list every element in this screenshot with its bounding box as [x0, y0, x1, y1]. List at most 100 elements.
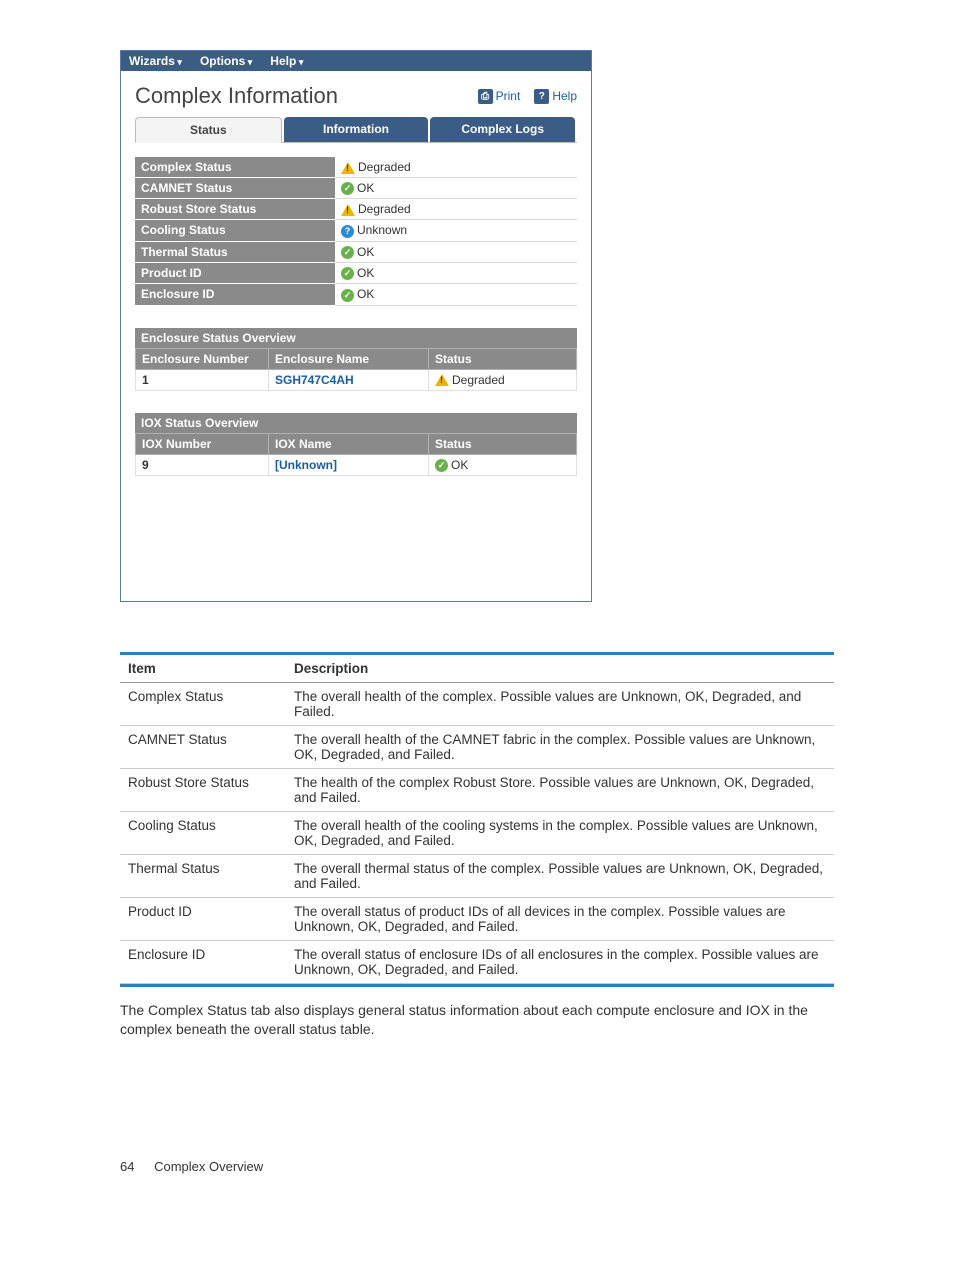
help-link[interactable]: ? Help: [534, 89, 577, 104]
status-value: Unknown: [335, 220, 577, 241]
desc-head-item: Item: [120, 655, 286, 683]
status-row: Robust Store Status Degraded: [135, 199, 577, 220]
status-value: OK: [335, 178, 577, 199]
print-link[interactable]: ⎙ Print: [478, 89, 521, 104]
enclosure-heading: Enclosure Status Overview: [135, 328, 577, 348]
desc-text: The overall health of the CAMNET fabric …: [286, 726, 834, 769]
status-label: Robust Store Status: [135, 199, 335, 220]
enclosure-table: Enclosure Number Enclosure Name Status 1…: [135, 348, 577, 391]
help-icon: ?: [534, 89, 549, 104]
enclosure-number: 1: [136, 369, 269, 390]
status-label: Enclosure ID: [135, 284, 335, 305]
warning-icon: [341, 204, 355, 216]
status-value: Degraded: [335, 199, 577, 220]
status-label: Thermal Status: [135, 241, 335, 262]
enclosure-status-text: Degraded: [452, 373, 505, 387]
status-text: OK: [357, 287, 374, 301]
enclosure-col-number: Enclosure Number: [136, 348, 269, 369]
menubar: Wizards Options Help: [121, 51, 591, 71]
status-value: OK: [335, 284, 577, 305]
desc-row: Thermal StatusThe overall thermal status…: [120, 855, 834, 898]
desc-row: Robust Store StatusThe health of the com…: [120, 769, 834, 812]
desc-text: The overall health of the complex. Possi…: [286, 683, 834, 726]
status-row: Cooling Status Unknown: [135, 220, 577, 241]
desc-text: The overall health of the cooling system…: [286, 812, 834, 855]
print-icon: ⎙: [478, 89, 493, 104]
desc-head-description: Description: [286, 655, 834, 683]
status-table: Complex StatusDegradedCAMNET StatusOKRob…: [135, 157, 577, 306]
desc-row: Complex StatusThe overall health of the …: [120, 683, 834, 726]
page-footer: 64 Complex Overview: [120, 1159, 834, 1174]
iox-status: OK: [429, 454, 577, 475]
app-window: Wizards Options Help Complex Information…: [120, 50, 592, 602]
desc-item: Robust Store Status: [120, 769, 286, 812]
desc-item: Thermal Status: [120, 855, 286, 898]
desc-item: Complex Status: [120, 683, 286, 726]
iox-col-name: IOX Name: [269, 433, 429, 454]
ok-icon: [341, 246, 354, 259]
note-paragraph: The Complex Status tab also displays gen…: [120, 1001, 834, 1039]
desc-row: Product IDThe overall status of product …: [120, 898, 834, 941]
desc-text: The overall thermal status of the comple…: [286, 855, 834, 898]
desc-row: Cooling StatusThe overall health of the …: [120, 812, 834, 855]
iox-col-status: Status: [429, 433, 577, 454]
tab-status[interactable]: Status: [135, 117, 282, 143]
desc-row: CAMNET StatusThe overall health of the C…: [120, 726, 834, 769]
iox-table: IOX Number IOX Name Status 9 [Unknown] O…: [135, 433, 577, 476]
menu-options[interactable]: Options: [200, 54, 252, 68]
status-row: Enclosure ID OK: [135, 284, 577, 305]
desc-text: The overall status of product IDs of all…: [286, 898, 834, 941]
ok-icon: [341, 267, 354, 280]
status-value: OK: [335, 241, 577, 262]
enclosure-col-name: Enclosure Name: [269, 348, 429, 369]
description-table: Item Description Complex StatusThe overa…: [120, 655, 834, 984]
desc-text: The health of the complex Robust Store. …: [286, 769, 834, 812]
enclosure-status: Degraded: [429, 369, 577, 390]
status-row: Complex StatusDegraded: [135, 157, 577, 178]
titlebar: Complex Information ⎙ Print ? Help: [121, 71, 591, 117]
warning-icon: [341, 162, 355, 174]
page-title: Complex Information: [135, 83, 338, 109]
ok-icon: [341, 289, 354, 302]
desc-item: Cooling Status: [120, 812, 286, 855]
status-text: OK: [357, 181, 374, 195]
status-text: Unknown: [357, 223, 407, 237]
ok-icon: [435, 459, 448, 472]
warning-icon: [435, 374, 449, 386]
iox-col-number: IOX Number: [136, 433, 269, 454]
section-name: Complex Overview: [154, 1159, 263, 1174]
menu-help[interactable]: Help: [270, 54, 303, 68]
status-text: OK: [357, 245, 374, 259]
iox-row: 9 [Unknown] OK: [136, 454, 577, 475]
status-row: Thermal Status OK: [135, 241, 577, 262]
status-row: CAMNET Status OK: [135, 178, 577, 199]
tabs: Status Information Complex Logs: [135, 117, 577, 143]
status-label: Complex Status: [135, 157, 335, 178]
status-label: Cooling Status: [135, 220, 335, 241]
status-value: Degraded: [335, 157, 577, 178]
iox-heading: IOX Status Overview: [135, 413, 577, 433]
desc-text: The overall status of enclosure IDs of a…: [286, 941, 834, 984]
iox-status-text: OK: [451, 458, 468, 472]
tab-complex-logs[interactable]: Complex Logs: [430, 117, 575, 142]
desc-item: Product ID: [120, 898, 286, 941]
menu-wizards[interactable]: Wizards: [129, 54, 182, 68]
status-text: Degraded: [358, 202, 411, 216]
tab-information[interactable]: Information: [284, 117, 429, 142]
status-row: Product IDOK: [135, 262, 577, 283]
print-label: Print: [496, 89, 521, 103]
status-panel: Complex StatusDegradedCAMNET StatusOKRob…: [121, 143, 591, 601]
desc-row: Enclosure IDThe overall status of enclos…: [120, 941, 834, 984]
iox-number: 9: [136, 454, 269, 475]
status-label: Product ID: [135, 262, 335, 283]
title-actions: ⎙ Print ? Help: [478, 89, 577, 104]
enclosure-name-link[interactable]: SGH747C4AH: [269, 369, 429, 390]
description-table-wrap: Item Description Complex StatusThe overa…: [120, 652, 834, 987]
unknown-icon: [341, 225, 354, 238]
page-number: 64: [120, 1159, 134, 1174]
help-label: Help: [552, 89, 577, 103]
enclosure-row: 1 SGH747C4AH Degraded: [136, 369, 577, 390]
iox-name-link[interactable]: [Unknown]: [269, 454, 429, 475]
ok-icon: [341, 182, 354, 195]
status-label: CAMNET Status: [135, 178, 335, 199]
